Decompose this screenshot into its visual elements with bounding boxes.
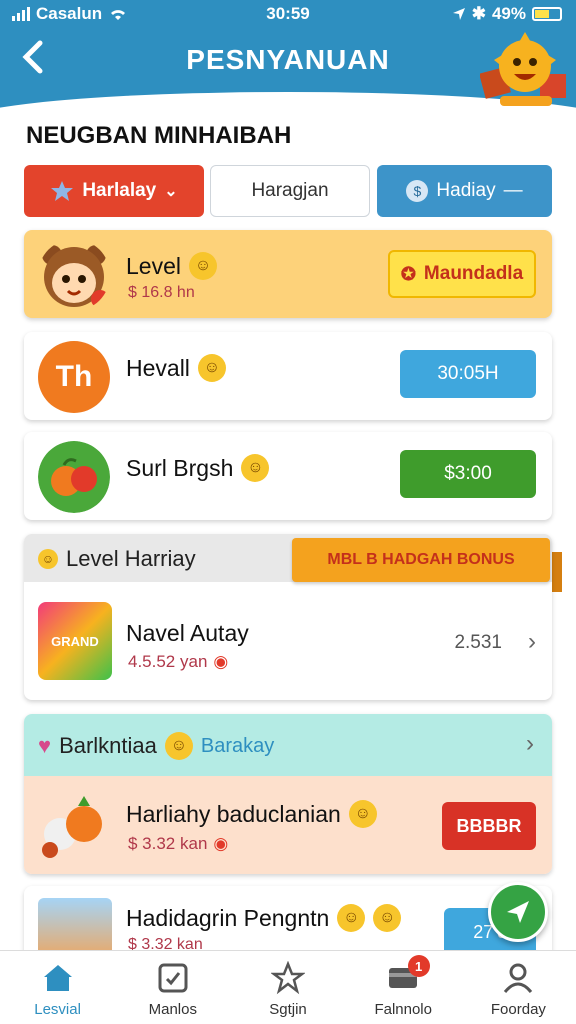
item-title: Hevall [126, 354, 190, 381]
item-action-button[interactable]: 30:05H [400, 350, 536, 398]
item-name: Harliahy baduclanian ☺ [126, 800, 377, 828]
filter-harlalay[interactable]: Harlalay ⌄ [24, 165, 204, 217]
game-thumbnail: GRAND [38, 602, 112, 680]
bonus-group: ☺ Level Harriay MBL B HADGAH BONUS GRAND… [24, 534, 562, 700]
featured-group: ♥ Barlkntiaa ☺ Barakay › Harliahy baducl… [24, 714, 552, 874]
mascot-sun-icon [480, 32, 566, 106]
tab-manlos[interactable]: Manlos [115, 951, 230, 1024]
item-action-button[interactable]: $3:00 [400, 450, 536, 498]
item-title: Hadidagrin Pengntn [126, 904, 330, 931]
battery-icon [532, 7, 562, 21]
action-label: Maundadla [423, 263, 524, 284]
star-icon [51, 181, 74, 201]
item-action-button[interactable]: BBBBR [442, 802, 536, 850]
tab-lesvial[interactable]: Lesvial [0, 951, 115, 1024]
emoji-face-icon: ☺ [241, 454, 270, 482]
emoji-face-icon: ☺ [188, 252, 217, 280]
section-title: NEUGBAN MINHAIBAH [26, 122, 292, 149]
item-name: Level ☺ [126, 252, 217, 280]
people-thumbnail [38, 898, 112, 956]
filter-label: Hadiay [436, 180, 496, 201]
item-action-button[interactable]: ✪ Maundadla [388, 250, 536, 298]
emoji-face-icon: ☺ [348, 800, 377, 828]
character-avatar [42, 245, 109, 308]
item-meta-text: 4.5.52 yan [128, 652, 208, 671]
group-subtitle: Barakay [200, 734, 275, 757]
list-item[interactable]: Level ☺ $ 16.8 hn ✪ Maundadla [24, 230, 552, 318]
chevron-right-icon[interactable]: › [528, 628, 536, 656]
action-label: 30:05H [437, 363, 499, 384]
tab-label: Lesvial [34, 1001, 81, 1018]
paper-plane-icon [507, 901, 529, 923]
star-icon [271, 961, 305, 995]
bluetooth-icon: ✱ [471, 4, 486, 23]
filter-label: Haragjan [251, 180, 329, 201]
item-name: Surl Brgsh ☺ [126, 454, 270, 482]
tab-label: Falnnolo [374, 1001, 432, 1018]
emoji-face-icon: ☺ [164, 732, 193, 760]
notification-badge: 1 [407, 955, 430, 977]
item-title: Level [126, 252, 181, 279]
list-item[interactable]: Surl Brgsh ☺ $3:00 [24, 432, 552, 520]
list-item[interactable]: Harliahy baduclanian ☺ $ 3.32 kan ◉ BBBB… [24, 776, 552, 874]
group-title-text: Barlkntiaa [59, 733, 157, 758]
item-name: Hadidagrin Pengntn ☺ ☺ [126, 904, 402, 932]
tab-label: Manlos [148, 1001, 197, 1018]
item-meta: $ 16.8 hn [128, 284, 195, 301]
filter-label: Harlalay [82, 180, 157, 201]
tab-label: Foorday [490, 1001, 546, 1018]
character-avatar [42, 796, 102, 858]
reward-icon: ✪ [400, 263, 416, 284]
group-header[interactable]: ♥ Barlkntiaa ☺ Barakay › [24, 714, 552, 776]
ribbon-label: MBL B HADGAH BONUS [327, 551, 515, 568]
profile-icon [504, 963, 533, 993]
home-icon [43, 965, 72, 991]
battery-label: 49% [491, 4, 526, 23]
action-label: $3:00 [444, 463, 492, 484]
emoji-face-icon: ☺ [38, 549, 58, 569]
item-meta: 4.5.52 yan ◉ [128, 652, 228, 672]
emoji-face-icon: ☺ [337, 904, 366, 932]
item-title: Surl Brgsh [126, 454, 234, 481]
action-label: BBBBR [456, 815, 522, 836]
tab-falnnolo[interactable]: 1 Falnnolo [346, 951, 461, 1024]
item-meta-text: $ 3.32 kan [128, 834, 208, 853]
checkbox-icon [158, 963, 188, 993]
bottom-tab-bar: Lesvial Manlos Sgtjin 1 Falnnolo Foorday [0, 950, 576, 1024]
tab-sgtjin[interactable]: Sgtjin [230, 951, 345, 1024]
group-title: ☺ Level Harriay [38, 546, 196, 572]
filter-haragjan[interactable]: Haragjan [210, 165, 370, 217]
list-item[interactable]: Th Hevall ☺ 30:05H [24, 332, 552, 420]
dollar-icon: $ [406, 180, 429, 202]
item-title: Harliahy baduclanian [126, 800, 341, 827]
emoji-face-icon: ☺ [373, 904, 402, 932]
bonus-ribbon[interactable]: MBL B HADGAH BONUS [280, 538, 562, 592]
item-value: 2.531 [454, 632, 502, 653]
list-item[interactable]: Hadidagrin Pengntn ☺ ☺ $ 3.32 kan 27'0 [24, 886, 552, 956]
status-bar: Casalun 30:59 ✱ 49% [0, 4, 576, 26]
chevron-right-icon[interactable]: › [526, 730, 534, 758]
tab-label: Sgtjin [269, 1001, 307, 1018]
send-fab-button[interactable] [488, 882, 548, 942]
brand-avatar: Th [38, 341, 110, 413]
item-name: Hevall ☺ [126, 354, 226, 382]
filter-hadiay[interactable]: $ Hadiay — [377, 165, 552, 217]
tab-foorday[interactable]: Foorday [461, 951, 576, 1024]
group-title-text: Level Harriay [66, 546, 196, 571]
coin-icon: ◉ [213, 652, 229, 671]
item-title: Navel Autay [126, 620, 249, 646]
coin-icon: ◉ [213, 834, 229, 853]
chevron-down-icon: ⌄ [164, 183, 178, 200]
heart-icon: ♥ [38, 733, 52, 758]
minus-icon: — [503, 180, 523, 201]
group-title: ♥ Barlkntiaa ☺ Barakay [38, 732, 274, 760]
item-meta: $ 3.32 kan ◉ [128, 834, 228, 854]
emoji-face-icon: ☺ [197, 354, 226, 382]
location-icon [452, 8, 465, 20]
fruit-avatar [38, 441, 110, 513]
filter-bar: Harlalay ⌄ Haragjan $ Hadiay — [24, 165, 552, 217]
